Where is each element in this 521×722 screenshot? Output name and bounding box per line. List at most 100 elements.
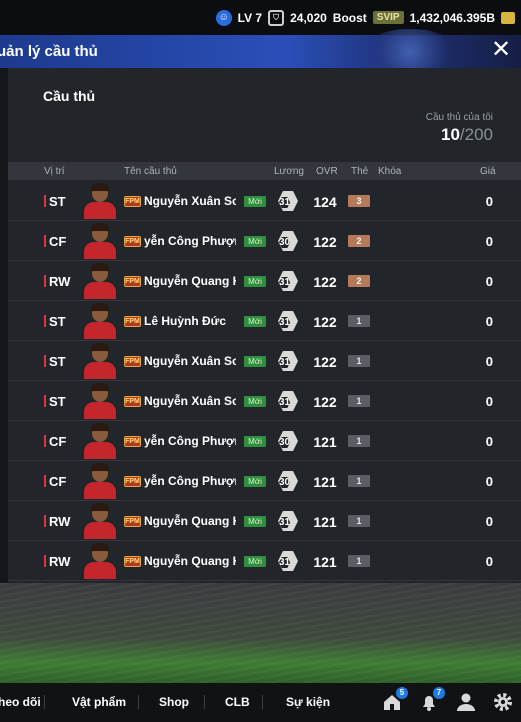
salary-value: 30: [279, 437, 291, 448]
position-marker: [44, 555, 46, 567]
player-position: CF: [49, 234, 67, 249]
bottom-nav: heo dõi Vật phẩm Shop CLB Sự kiện 5 7: [0, 683, 521, 722]
season-badge: FPM: [124, 436, 141, 447]
player-price: 0: [485, 514, 493, 529]
col-name[interactable]: Tên cầu thủ: [124, 166, 177, 177]
salary-badge: 31: [278, 351, 298, 371]
home-icon[interactable]: 5: [381, 687, 408, 713]
coin-amount: 24,020: [290, 10, 327, 25]
season-badge: FPM: [124, 516, 141, 527]
salary-value: 30: [279, 477, 291, 488]
new-badge: Mới: [244, 556, 266, 567]
player-position: ST: [49, 394, 66, 409]
salary-badge: 30: [278, 431, 298, 451]
player-ovr: 122: [313, 234, 337, 250]
bell-icon[interactable]: 7: [418, 687, 445, 713]
nav-divider: [44, 695, 45, 709]
grade-badge: 1: [348, 435, 370, 447]
player-name: Nguyễn Quang Hả: [144, 514, 236, 528]
player-name: yễn Công Phượng: [144, 434, 236, 448]
salary-value: 31: [279, 197, 291, 208]
nav-club[interactable]: CLB: [225, 695, 250, 709]
boost-label: Boost: [332, 10, 367, 25]
position-marker: [44, 355, 46, 367]
position-marker: [44, 515, 46, 527]
col-grade[interactable]: Thẻ: [351, 166, 368, 177]
my-players-count-wrap: 10/200: [426, 125, 493, 145]
position-marker: [44, 275, 46, 287]
nav-follow[interactable]: heo dõi: [0, 695, 41, 709]
page-header: uản lý cầu thủ ✕: [0, 29, 521, 74]
player-avatar: [82, 463, 118, 499]
table-row[interactable]: CF FPM yễn Công Phượng Mới 30 121 1 0: [8, 421, 521, 461]
player-ovr: 122: [313, 354, 337, 370]
nav-events[interactable]: Sự kiện: [286, 695, 330, 709]
grade-badge: 1: [348, 515, 370, 527]
player-ovr: 122: [313, 394, 337, 410]
nav-shop[interactable]: Shop: [159, 695, 189, 709]
table-row[interactable]: RW FPM Nguyễn Quang Hả Mới 31 121 1 0: [8, 501, 521, 541]
section-title: Cầu thủ: [43, 88, 96, 104]
left-panel-edge: [0, 68, 8, 583]
season-badge: FPM: [124, 236, 141, 247]
my-players-counter: Cầu thủ của tôi 10/200: [426, 112, 493, 145]
settings-icon[interactable]: [492, 691, 514, 713]
table-row[interactable]: CF FPM yễn Công Phượng Mới 30 121 1 0: [8, 461, 521, 501]
player-ovr: 121: [313, 434, 337, 450]
level-icon: ☺: [215, 9, 232, 26]
position-marker: [44, 195, 46, 207]
player-position: RW: [49, 554, 71, 569]
salary-value: 31: [279, 277, 291, 288]
table-row[interactable]: ST FPM Nguyễn Xuân Son Mới 31 122 1 0: [8, 381, 521, 421]
col-salary[interactable]: Lương: [274, 166, 304, 177]
player-table-body: ST FPM Nguyễn Xuân Son Mới 31 124 3 0 CF…: [8, 181, 521, 581]
svip-badge[interactable]: SVIP: [372, 11, 404, 24]
season-badge: FPM: [124, 276, 141, 287]
col-price[interactable]: Giá: [480, 166, 496, 177]
table-row[interactable]: ST FPM Lê Huỳnh Đức Mới 31 122 1 0: [8, 301, 521, 341]
coin-icon: ⛉: [268, 9, 285, 26]
season-badge: FPM: [124, 396, 141, 407]
position-marker: [44, 475, 46, 487]
table-row[interactable]: RW FPM Nguyễn Quang Hả Mới 31 122 2 0: [8, 261, 521, 301]
close-icon[interactable]: ✕: [489, 38, 513, 63]
player-price: 0: [485, 474, 493, 489]
position-marker: [44, 395, 46, 407]
my-players-count: 10: [440, 125, 460, 144]
player-position: RW: [49, 514, 71, 529]
player-avatar: [82, 503, 118, 539]
player-price: 0: [485, 434, 493, 449]
table-row[interactable]: RW FPM Nguyễn Quang Hả Mới 31 121 1 0: [8, 541, 521, 581]
bp-icon: [501, 11, 515, 24]
pitch-background: [0, 583, 521, 683]
col-position[interactable]: Vị trí: [44, 166, 65, 177]
grade-badge: 1: [348, 355, 370, 367]
player-ovr: 121: [313, 554, 337, 570]
salary-value: 31: [279, 517, 291, 528]
salary-badge: 31: [278, 551, 298, 571]
col-lock[interactable]: Khóa: [378, 166, 401, 177]
new-badge: Mới: [244, 276, 266, 287]
table-row[interactable]: ST FPM Nguyễn Xuân Son Mới 31 124 3 0: [8, 181, 521, 221]
col-ovr[interactable]: OVR: [316, 166, 338, 177]
table-row[interactable]: ST FPM Nguyễn Xuân Son Mới 31 122 1 0: [8, 341, 521, 381]
table-header: Vị trí Tên cầu thủ Lương OVR Thẻ Khóa Gi…: [8, 162, 521, 180]
nav-divider: [138, 695, 139, 709]
salary-value: 31: [279, 397, 291, 408]
player-price: 0: [485, 314, 493, 329]
notify-badge: 7: [433, 687, 445, 699]
salary-badge: 31: [278, 271, 298, 291]
player-price: 0: [485, 234, 493, 249]
player-list-panel: Cầu thủ Cầu thủ của tôi 10/200 Vị trí Tê…: [8, 68, 521, 583]
player-name: Nguyễn Xuân Son: [144, 194, 236, 208]
grade-badge: 1: [348, 475, 370, 487]
player-ovr: 122: [313, 314, 337, 330]
grade-badge: 3: [348, 195, 370, 207]
profile-icon[interactable]: [455, 691, 477, 713]
player-avatar: [82, 383, 118, 419]
table-row[interactable]: CF FPM yễn Công Phượng Mới 30 122 2 0: [8, 221, 521, 261]
player-name: Lê Huỳnh Đức: [144, 314, 227, 328]
player-avatar: [82, 183, 118, 219]
nav-items[interactable]: Vật phẩm: [72, 695, 126, 709]
top-status-bar: ☺ LV 7 ⛉ 24,020 Boost SVIP 1,432,046.395…: [0, 0, 521, 35]
